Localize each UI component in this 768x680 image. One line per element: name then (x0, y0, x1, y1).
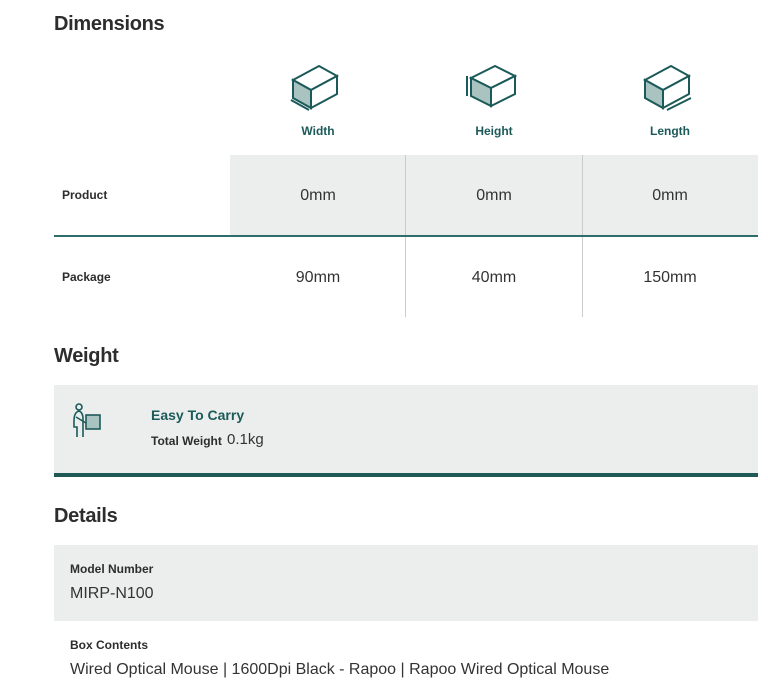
person-carrying-box-icon (73, 403, 101, 437)
weight-panel-accent-bar (54, 473, 758, 477)
column-header-height: Height (475, 124, 513, 138)
box-contents-value: Wired Optical Mouse | 1600Dpi Black - Ra… (70, 661, 610, 678)
package-width-value: 90mm (295, 269, 341, 286)
column-header-width: Width (301, 124, 335, 138)
total-weight-label: Total Weight (151, 434, 222, 448)
box-height-icon (466, 64, 517, 108)
model-number-panel (54, 545, 758, 621)
row-divider (54, 235, 758, 237)
weight-title: Weight (54, 345, 119, 367)
box-width-icon (290, 64, 340, 111)
dimensions-title: Dimensions (54, 13, 165, 35)
weight-panel (54, 385, 758, 473)
weight-tag: Easy To Carry (151, 407, 245, 423)
details-title: Details (54, 505, 118, 527)
row-label-product: Product (62, 188, 108, 202)
package-length-value: 150mm (643, 269, 697, 286)
package-height-value: 40mm (471, 269, 517, 286)
total-weight-value: 0.1kg (227, 431, 264, 448)
product-length-value: 0mm (652, 187, 688, 204)
product-width-value: 0mm (300, 187, 336, 204)
box-contents-label: Box Contents (70, 638, 148, 652)
model-number-value: MIRP-N100 (70, 585, 154, 602)
product-height-value: 0mm (476, 187, 512, 204)
column-header-length: Length (650, 124, 690, 138)
model-number-label: Model Number (70, 562, 154, 576)
box-length-icon (642, 64, 692, 111)
row-label-package: Package (62, 270, 111, 284)
